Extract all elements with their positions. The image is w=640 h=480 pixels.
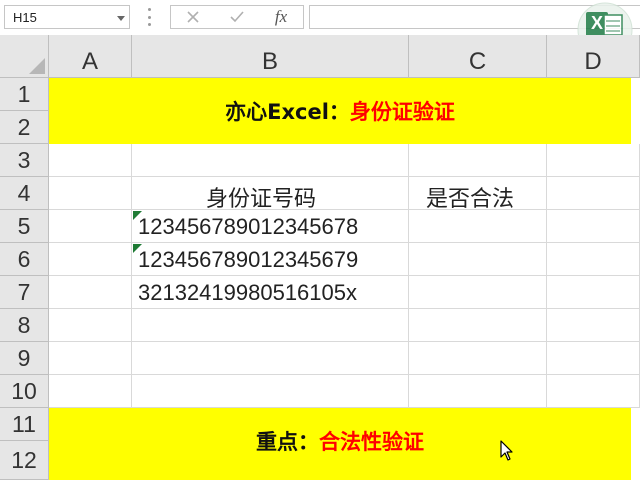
row-header-8[interactable]: 8 <box>0 309 49 342</box>
cell-c6[interactable] <box>409 243 547 276</box>
title-prefix: 亦心Excel： <box>225 100 350 124</box>
formula-bar: H15 fx <box>0 0 640 36</box>
row-header-5[interactable]: 5 <box>0 210 49 243</box>
cell-c7[interactable] <box>409 276 547 309</box>
row-header-12[interactable]: 12 <box>0 441 49 480</box>
title-banner: 亦心Excel： 身份证验证 <box>49 78 631 144</box>
row-header-2[interactable]: 2 <box>0 111 49 144</box>
row-header-6[interactable]: 6 <box>0 243 49 276</box>
cell-b9[interactable] <box>132 342 409 375</box>
cell-a7[interactable] <box>49 276 132 309</box>
id-number-header: 身份证号码 <box>206 187 317 212</box>
check-icon[interactable] <box>217 6 257 28</box>
cell-a3[interactable] <box>49 144 132 177</box>
cell-c9[interactable] <box>409 342 547 375</box>
row-header-10[interactable]: 10 <box>0 375 49 408</box>
cell-c10[interactable] <box>409 375 547 408</box>
cell-d5[interactable] <box>547 210 640 243</box>
row-header-7[interactable]: 7 <box>0 276 49 309</box>
mouse-cursor-icon <box>500 440 514 466</box>
cell-a8[interactable] <box>49 309 132 342</box>
spreadsheet-grid: A B C D 1 2 3 4 5 6 7 8 9 10 11 12 亦心Exc… <box>0 35 640 480</box>
row-header-11[interactable]: 11 <box>0 408 49 441</box>
cell-d9[interactable] <box>547 342 640 375</box>
cell-d7[interactable] <box>547 276 640 309</box>
cell-c3[interactable] <box>409 144 547 177</box>
cell-d6[interactable] <box>547 243 640 276</box>
validity-header: 是否合法 <box>426 187 515 212</box>
id-number-cell: 32132419980516105x <box>138 280 358 305</box>
cell-a10[interactable] <box>49 375 132 408</box>
id-number-cell: 123456789012345678 <box>138 214 359 239</box>
row-header-4[interactable]: 4 <box>0 177 49 210</box>
column-header-a[interactable]: A <box>49 35 132 78</box>
key-point-highlight: 合法性验证 <box>319 430 424 454</box>
cancel-icon[interactable] <box>173 6 213 28</box>
cell-c8[interactable] <box>409 309 547 342</box>
select-all-button[interactable] <box>0 35 49 78</box>
logo-letter: X <box>591 13 604 33</box>
key-point-banner: 重点： 合法性验证 <box>49 408 631 474</box>
row-header-1[interactable]: 1 <box>0 78 49 111</box>
cell-b8[interactable] <box>132 309 409 342</box>
formula-buttons: fx <box>170 5 304 29</box>
drag-handle-icon[interactable] <box>147 8 151 26</box>
fx-label: fx <box>274 7 288 26</box>
column-header-d[interactable]: D <box>547 35 640 78</box>
row-header-3[interactable]: 3 <box>0 144 49 177</box>
cell-a5[interactable] <box>49 210 132 243</box>
cell-a9[interactable] <box>49 342 132 375</box>
column-header-b[interactable]: B <box>132 35 409 78</box>
cell-b10[interactable] <box>132 375 409 408</box>
row-header-9[interactable]: 9 <box>0 342 49 375</box>
cell-a4[interactable] <box>49 177 132 210</box>
cell-b3[interactable] <box>132 144 409 177</box>
cell-d4[interactable] <box>547 177 640 210</box>
key-point-prefix: 重点： <box>256 430 319 454</box>
id-number-cell: 123456789012345679 <box>138 247 359 272</box>
title-highlight: 身份证验证 <box>349 100 455 124</box>
cell-d3[interactable] <box>547 144 640 177</box>
column-header-c[interactable]: C <box>409 35 547 78</box>
cell-d8[interactable] <box>547 309 640 342</box>
name-box[interactable]: H15 <box>4 5 130 29</box>
cell-d10[interactable] <box>547 375 640 408</box>
chevron-down-icon[interactable] <box>117 16 125 21</box>
name-box-value: H15 <box>13 10 37 25</box>
insert-function-button[interactable]: fx <box>261 6 301 28</box>
cell-c5[interactable] <box>409 210 547 243</box>
cell-a6[interactable] <box>49 243 132 276</box>
